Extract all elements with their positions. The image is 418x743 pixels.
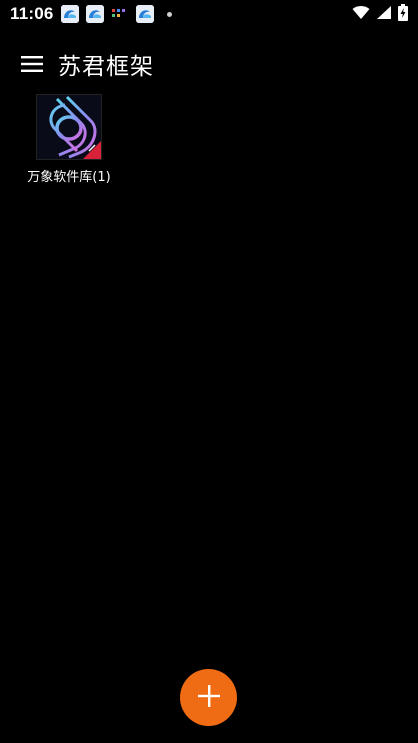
wifi-icon [352,5,370,24]
multi-dot-icon [111,5,129,23]
status-bar: 11:06 [0,0,418,28]
app-logo-icon [36,94,102,160]
plus-icon [197,684,221,712]
app-notification-icon [85,5,104,23]
more-dot-icon [166,11,172,17]
battery-charging-icon [398,3,408,25]
app-notification-icon [135,5,154,23]
app-label: 万象软件库(1) [27,170,111,185]
screen: 11:06 苏君框架 万象软件库(1) [0,0,418,743]
status-left: 11:06 [10,4,172,24]
page-title: 苏君框架 [58,54,154,80]
app-item[interactable]: 万象软件库(1) [22,94,116,185]
cellular-signal-icon [376,5,392,24]
app-grid: 万象软件库(1) [22,94,116,185]
hamburger-menu-icon[interactable] [20,52,44,76]
app-notification-icon [60,5,79,23]
app-bar: 苏君框架 [0,36,418,92]
status-right [352,3,408,25]
status-time: 11:06 [10,4,54,23]
add-button[interactable] [180,669,237,726]
